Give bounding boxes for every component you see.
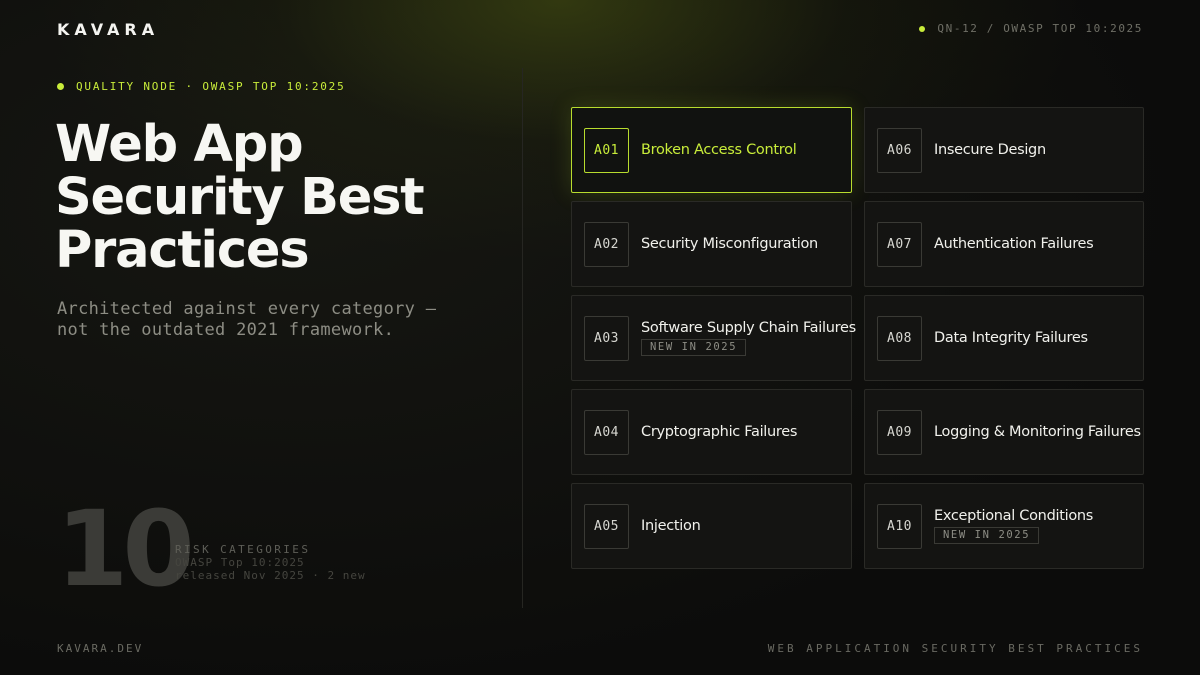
brand-logo[interactable]: KAVARA [57, 20, 159, 39]
category-body: Software Supply Chain Failures NEW IN 20… [641, 320, 856, 356]
footer-link[interactable]: KAVARA.DEV [57, 642, 143, 655]
category-card[interactable]: A07 Authentication Failures [864, 201, 1144, 287]
category-title: Insecure Design [934, 142, 1046, 158]
category-code: A04 [584, 409, 629, 455]
category-code: A02 [584, 221, 629, 267]
category-card[interactable]: A05 Injection [571, 483, 852, 569]
category-title: Security Misconfiguration [641, 236, 818, 252]
top-meta: QN-12 / OWASP TOP 10:2025 [919, 22, 1143, 35]
eyebrow-dot-icon [57, 83, 64, 90]
category-code: A08 [877, 315, 922, 361]
stat-line-2: released Nov 2025 · 2 new [175, 569, 366, 582]
category-card[interactable]: A08 Data Integrity Failures [864, 295, 1144, 381]
vertical-divider [522, 68, 523, 608]
new-badge: NEW IN 2025 [934, 527, 1040, 544]
stat-number: 10 [56, 488, 195, 610]
new-badge: NEW IN 2025 [641, 339, 747, 356]
category-grid: A01 Broken Access Control A06 Insecure D… [571, 107, 1144, 569]
category-code: A09 [877, 409, 922, 455]
category-body: Broken Access Control [641, 142, 797, 158]
category-body: Insecure Design [934, 142, 1046, 158]
subtitle: Architected against every category — not… [57, 299, 437, 340]
category-title: Injection [641, 518, 701, 534]
category-card[interactable]: A06 Insecure Design [864, 107, 1144, 193]
category-card[interactable]: A09 Logging & Monitoring Failures [864, 389, 1144, 475]
eyebrow-text: QUALITY NODE · OWASP TOP 10:2025 [76, 80, 346, 93]
category-card[interactable]: A10 Exceptional Conditions NEW IN 2025 [864, 483, 1144, 569]
category-body: Injection [641, 518, 701, 534]
category-title: Cryptographic Failures [641, 424, 798, 440]
category-title: Broken Access Control [641, 142, 797, 158]
category-body: Cryptographic Failures [641, 424, 797, 440]
category-body: Security Misconfiguration [641, 236, 818, 252]
category-card[interactable]: A01 Broken Access Control [571, 107, 852, 193]
category-card[interactable]: A04 Cryptographic Failures [571, 389, 852, 475]
status-dot-icon [919, 25, 926, 32]
category-code: A03 [584, 315, 629, 361]
footer-caption: WEB APPLICATION SECURITY BEST PRACTICES [767, 642, 1143, 655]
category-body: Data Integrity Failures [934, 330, 1088, 346]
category-card[interactable]: A03 Software Supply Chain Failures NEW I… [571, 295, 856, 381]
category-body: Logging & Monitoring Failures [934, 424, 1141, 440]
category-title: Exceptional Conditions [934, 508, 1094, 524]
category-code: A05 [584, 503, 629, 549]
top-meta-text: QN-12 / OWASP TOP 10:2025 [937, 22, 1143, 35]
category-title: Data Integrity Failures [934, 330, 1088, 346]
category-title: Authentication Failures [934, 236, 1094, 252]
category-code: A10 [877, 503, 922, 549]
stat-line-1: OWASP Top 10:2025 [175, 556, 305, 569]
category-title: Software Supply Chain Failures [641, 320, 856, 336]
stat-label: RISK CATEGORIES [175, 543, 311, 556]
eyebrow: QUALITY NODE · OWASP TOP 10:2025 [57, 80, 346, 93]
category-title: Logging & Monitoring Failures [934, 424, 1141, 440]
category-body: Authentication Failures [934, 236, 1094, 252]
category-body: Exceptional Conditions NEW IN 2025 [934, 508, 1093, 544]
category-code: A01 [584, 127, 629, 173]
category-code: A06 [877, 127, 922, 173]
category-code: A07 [877, 221, 922, 267]
page-title: Web App Security Best Practices [55, 115, 425, 280]
category-card[interactable]: A02 Security Misconfiguration [571, 201, 852, 287]
stat-block: RISK CATEGORIES OWASP Top 10:2025 releas… [175, 543, 366, 582]
